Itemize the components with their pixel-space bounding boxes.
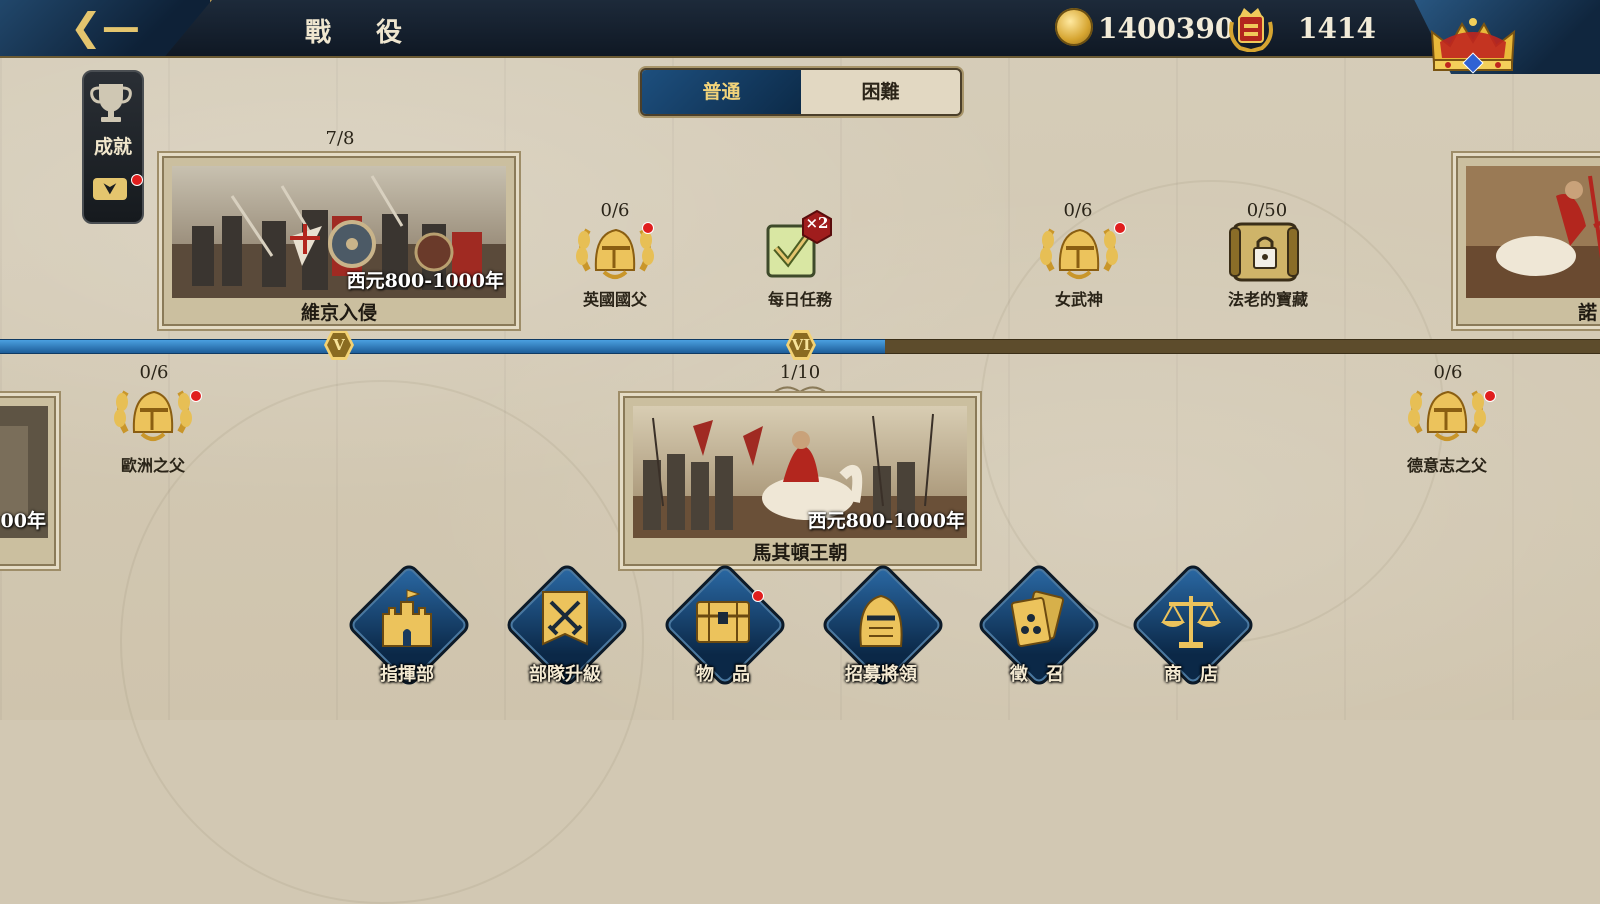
menu-shop[interactable]: 商 店	[1129, 561, 1257, 689]
honor-amount: 1414	[1298, 12, 1376, 45]
chapter-card-viking[interactable]: 西元800-1000年 維京入侵	[162, 156, 516, 326]
chapter-progress: 1/10	[779, 362, 821, 383]
node-label: 英國國父	[582, 290, 647, 309]
node-alert-dot	[1114, 222, 1126, 234]
honor-crest-icon	[1229, 8, 1273, 52]
gold-amount: 1400390	[1098, 12, 1235, 45]
chapter-name: 馬其頓王朝	[752, 542, 848, 564]
era-marker-6-label: VI	[791, 336, 811, 354]
node-label: 法老的寶藏	[1227, 290, 1308, 309]
difficulty-tabs: 普通 困難	[640, 68, 962, 116]
achievement-label: 成就	[93, 136, 132, 158]
menu-label: 徵 召	[1010, 664, 1064, 685]
node-alert-dot	[642, 222, 654, 234]
node-progress: 0/6	[1433, 362, 1463, 383]
node-label: 每日任務	[767, 290, 832, 309]
trophy-icon[interactable]	[86, 80, 136, 124]
menu-items[interactable]: 物 品	[661, 561, 789, 689]
crossed-swords-banner-icon	[542, 591, 588, 646]
page-title: 戰 役	[305, 18, 421, 48]
node-progress: 0/6	[600, 200, 630, 221]
helmet-laurel-icon[interactable]	[1406, 382, 1488, 446]
tab-normal[interactable]: 普通	[642, 70, 801, 114]
menu-draft[interactable]: 徵 召	[975, 561, 1103, 689]
era-marker-5[interactable]: V	[324, 330, 354, 360]
menu-recruit-generals[interactable]: 招募將領	[819, 561, 947, 689]
menu-command-hq[interactable]: 指揮部	[345, 561, 473, 689]
menu-alert-dot	[752, 590, 764, 602]
menu-label: 商 店	[1164, 664, 1218, 685]
node-label: 歐洲之父	[120, 456, 185, 475]
node-label: 德意志之父	[1406, 456, 1487, 475]
node-progress: 0/6	[1063, 200, 1093, 221]
menu-label: 部隊升級	[529, 664, 601, 685]
double-reward-label: ×2	[805, 214, 829, 232]
node-progress: 0/50	[1246, 200, 1288, 221]
timeline-progress-fill	[0, 339, 885, 354]
chapter-era: 西元800-1000年	[346, 270, 504, 292]
chapter-card-partial-left[interactable]: 00年	[0, 396, 56, 566]
royal-crown-icon[interactable]	[1428, 18, 1518, 74]
node-alert-dot	[1484, 390, 1496, 402]
menu-label: 指揮部	[380, 664, 434, 685]
era-marker-5-label: V	[333, 336, 345, 354]
helmet-laurel-icon[interactable]	[1038, 220, 1120, 284]
helmet-laurel-icon[interactable]	[112, 382, 194, 446]
chapter-name: 諾	[1578, 302, 1598, 324]
chapter-era: 西元800-1000年	[807, 510, 965, 532]
castle-icon	[382, 589, 432, 647]
chapter-partial-artwork	[1466, 166, 1600, 298]
node-progress: 0/6	[139, 362, 169, 383]
node-alert-dot	[190, 390, 202, 402]
menu-troop-upgrade[interactable]: 部隊升級	[503, 561, 631, 689]
locked-scroll-icon[interactable]	[1226, 220, 1302, 284]
cards-icon	[1010, 590, 1064, 647]
back-arrow-icon[interactable]: ❮—	[70, 8, 140, 46]
chapter-name: 維京入侵	[300, 302, 377, 324]
node-label: 女武神	[1054, 290, 1103, 309]
era-marker-6[interactable]: VI	[786, 330, 816, 360]
chapter-card-macedonian[interactable]: 西元800-1000年 馬其頓王朝	[623, 396, 977, 566]
scales-icon	[1161, 596, 1221, 648]
knight-helmet-icon	[859, 594, 903, 647]
chapter-era: 00年	[0, 510, 46, 532]
tab-hard[interactable]: 困難	[801, 70, 960, 114]
gold-coin-icon	[1055, 8, 1093, 46]
menu-label: 招募將領	[845, 664, 917, 685]
menu-label: 物 品	[696, 664, 750, 685]
achievement-alert-dot	[131, 174, 143, 186]
expand-chevron-icon[interactable]: ⮟	[93, 178, 127, 200]
chapter-card-partial-right[interactable]: 諾	[1456, 156, 1600, 326]
treasure-chest-icon	[696, 601, 750, 643]
